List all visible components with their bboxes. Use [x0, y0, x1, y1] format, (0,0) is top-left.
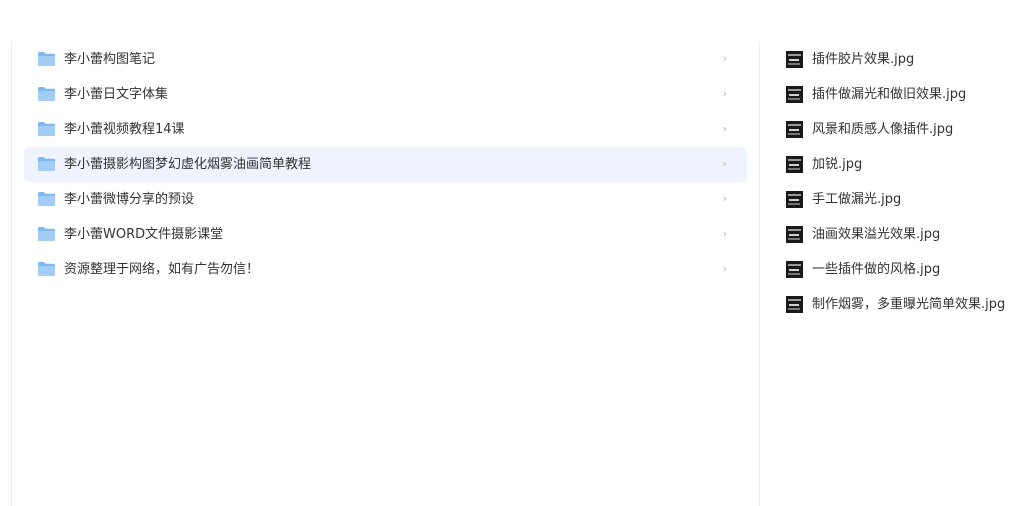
folder-icon	[38, 227, 55, 241]
folder-label: 李小蕾构图笔记	[64, 52, 156, 67]
chevron-right-icon[interactable]: ›	[723, 112, 727, 147]
folder-icon	[38, 52, 55, 66]
folder-item[interactable]: 资源整理于网络，如有广告勿信！ ›	[24, 252, 747, 287]
folder-label: 李小蕾视频教程14课	[64, 122, 185, 137]
file-item[interactable]: 插件做漏光和做旧效果.jpg	[786, 77, 1026, 112]
file-item[interactable]: 制作烟雾，多重曝光简单效果.jpg	[786, 287, 1026, 322]
image-thumbnail-icon	[786, 296, 803, 313]
left-panel-border	[11, 42, 12, 506]
file-label: 插件胶片效果.jpg	[812, 52, 915, 67]
folder-item[interactable]: 李小蕾构图笔记 ›	[24, 42, 747, 77]
chevron-right-icon[interactable]: ›	[723, 42, 727, 77]
image-thumbnail-icon	[786, 156, 803, 173]
folder-label: 李小蕾摄影构图梦幻虚化烟雾油画简单教程	[64, 157, 312, 172]
folder-icon	[38, 262, 55, 276]
folder-list: 李小蕾构图笔记 › 李小蕾日文字体集 › 李小蕾视频教程14课 › 李小蕾摄影构…	[24, 42, 747, 287]
file-label: 油画效果溢光效果.jpg	[812, 227, 941, 242]
folder-label: 资源整理于网络，如有广告勿信！	[64, 262, 260, 277]
image-thumbnail-icon	[786, 121, 803, 138]
panel-divider	[759, 42, 760, 506]
folder-label: 李小蕾微博分享的预设	[64, 192, 195, 207]
file-label: 制作烟雾，多重曝光简单效果.jpg	[812, 297, 1006, 312]
chevron-right-icon[interactable]: ›	[723, 217, 727, 252]
folder-item[interactable]: 李小蕾视频教程14课 ›	[24, 112, 747, 147]
file-item[interactable]: 加锐.jpg	[786, 147, 1026, 182]
folder-item-selected[interactable]: 李小蕾摄影构图梦幻虚化烟雾油画简单教程 ›	[24, 147, 747, 182]
file-item[interactable]: 手工做漏光.jpg	[786, 182, 1026, 217]
folder-icon	[38, 157, 55, 171]
folder-icon	[38, 192, 55, 206]
chevron-right-icon[interactable]: ›	[723, 77, 727, 112]
image-thumbnail-icon	[786, 191, 803, 208]
file-label: 风景和质感人像插件.jpg	[812, 122, 954, 137]
folder-icon	[38, 87, 55, 101]
folder-label: 李小蕾WORD文件摄影课堂	[64, 227, 224, 242]
file-item[interactable]: 风景和质感人像插件.jpg	[786, 112, 1026, 147]
file-item[interactable]: 插件胶片效果.jpg	[786, 42, 1026, 77]
file-label: 一些插件做的风格.jpg	[812, 262, 941, 277]
image-thumbnail-icon	[786, 226, 803, 243]
chevron-right-icon[interactable]: ›	[723, 182, 727, 217]
file-item[interactable]: 一些插件做的风格.jpg	[786, 252, 1026, 287]
chevron-right-icon[interactable]: ›	[723, 252, 727, 287]
file-list: 插件胶片效果.jpg 插件做漏光和做旧效果.jpg 风景和质感人像插件.jpg …	[786, 42, 1026, 322]
image-thumbnail-icon	[786, 51, 803, 68]
file-label: 插件做漏光和做旧效果.jpg	[812, 87, 967, 102]
folder-icon	[38, 122, 55, 136]
image-thumbnail-icon	[786, 86, 803, 103]
folder-item[interactable]: 李小蕾日文字体集 ›	[24, 77, 747, 112]
chevron-right-icon[interactable]: ›	[723, 147, 727, 182]
folder-label: 李小蕾日文字体集	[64, 87, 169, 102]
folder-item[interactable]: 李小蕾微博分享的预设 ›	[24, 182, 747, 217]
folder-item[interactable]: 李小蕾WORD文件摄影课堂 ›	[24, 217, 747, 252]
file-label: 加锐.jpg	[812, 157, 863, 172]
file-label: 手工做漏光.jpg	[812, 192, 902, 207]
file-item[interactable]: 油画效果溢光效果.jpg	[786, 217, 1026, 252]
image-thumbnail-icon	[786, 261, 803, 278]
